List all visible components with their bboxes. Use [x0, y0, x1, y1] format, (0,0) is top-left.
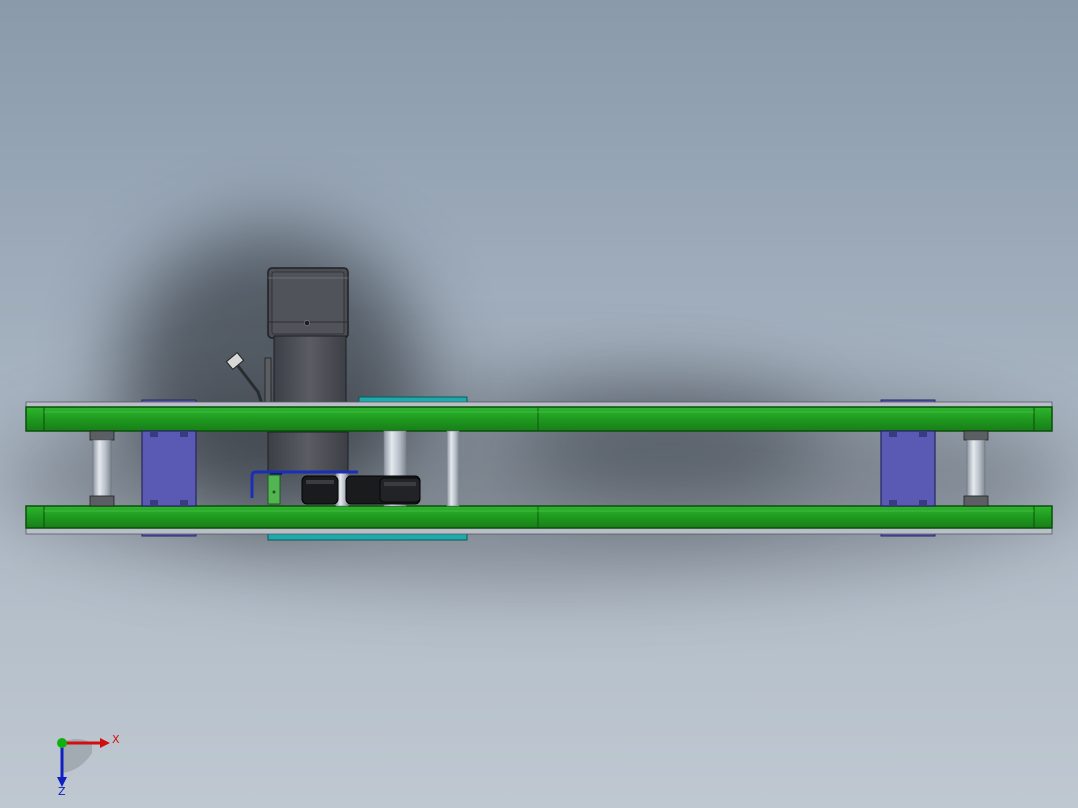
top-pcb-board[interactable]: [25, 406, 1053, 432]
stepper-motor[interactable]: [267, 267, 349, 473]
black-connector-left[interactable]: [301, 475, 339, 505]
bracket-right[interactable]: [880, 430, 936, 507]
motor-screw-icon: [304, 320, 310, 326]
axis-triad-icon: X Z: [57, 733, 120, 795]
bottom-pcb-board[interactable]: [25, 505, 1053, 529]
axis-x-label: X: [112, 733, 120, 746]
bracket-left[interactable]: [141, 430, 197, 507]
standoff-right[interactable]: [963, 430, 989, 507]
assembly-model[interactable]: [0, 0, 1078, 808]
black-connector-right[interactable]: [345, 475, 421, 505]
axis-z-label: Z: [58, 785, 66, 795]
terminal-block[interactable]: [267, 474, 281, 505]
standoff-left[interactable]: [89, 430, 115, 507]
bottom-cover-plate: [25, 527, 1053, 535]
cad-viewport[interactable]: X Z: [0, 0, 1078, 808]
cable-connector[interactable]: [225, 351, 272, 407]
